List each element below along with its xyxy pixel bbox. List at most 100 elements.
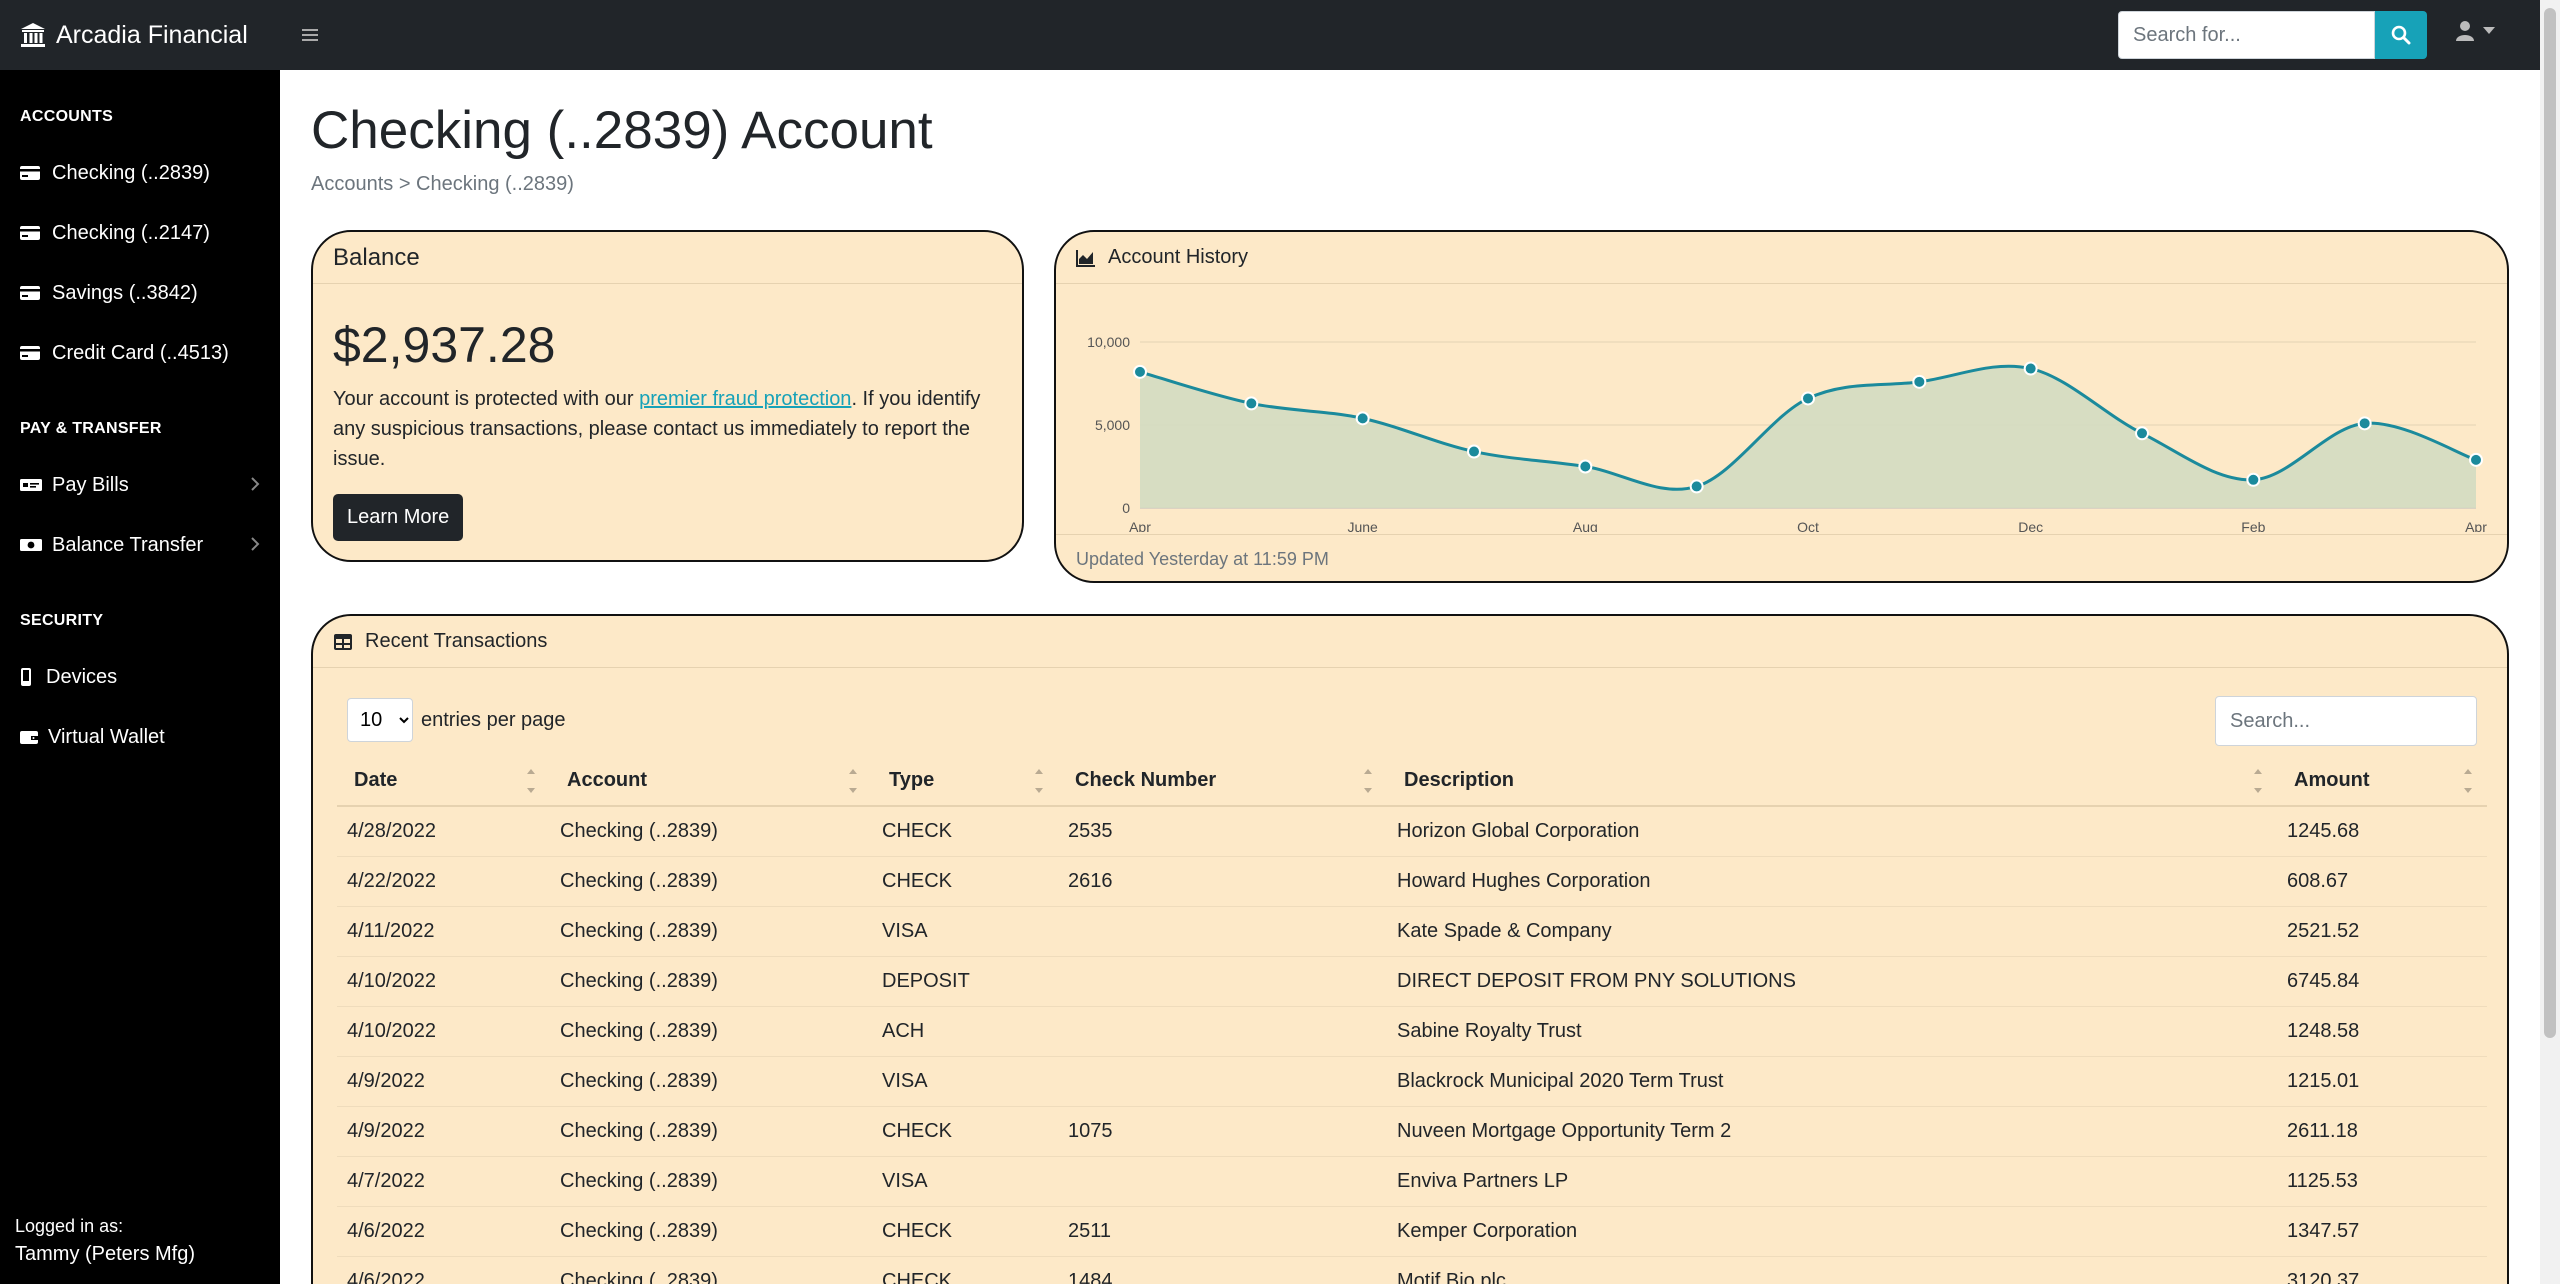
table-cell: 2611.18 <box>2277 1106 2487 1157</box>
balance-card: Balance $2,937.28 Your account is protec… <box>311 230 1024 562</box>
column-header[interactable]: Description <box>1387 756 2277 807</box>
table-cell: Enviva Partners LP <box>1387 1156 2277 1207</box>
sidebar-item-savings-3842[interactable]: Savings (..3842) <box>0 268 280 318</box>
table-row[interactable]: 4/6/2022 Checking (..2839) CHECK 2511 Kemper… <box>337 1206 2487 1257</box>
table-row[interactable]: 4/9/2022 Checking (..2839) VISA Blackrock M… <box>337 1056 2487 1107</box>
table-cell: 608.67 <box>2277 856 2487 907</box>
table-cell: 4/7/2022 <box>337 1156 550 1207</box>
recent-transactions-card: Recent Transactions 10 entries per page … <box>311 614 2509 1284</box>
top-search-input[interactable] <box>2118 11 2375 59</box>
chart-x-tick-label: Dec <box>2018 519 2043 532</box>
table-row[interactable]: 4/10/2022 Checking (..2839) DEPOSIT DIRECT … <box>337 956 2487 1007</box>
sidebar-item-label: Checking (..2147) <box>52 221 210 244</box>
money-check-icon <box>20 477 42 493</box>
table-cell: 4/9/2022 <box>337 1056 550 1107</box>
chart-data-point <box>1133 364 1147 379</box>
column-header[interactable]: Amount <box>2277 756 2487 807</box>
balance-text-before: Your account is protected with our <box>333 388 640 410</box>
chart-y-tick-label: 5,000 <box>1095 417 1130 433</box>
table-row[interactable]: 4/6/2022 Checking (..2839) CHECK 1484 Motif … <box>337 1256 2487 1284</box>
sidebar: ACCOUNTS Checking (..2839) Checking (..2… <box>0 70 280 1284</box>
table-cell <box>1058 1156 1387 1207</box>
logged-in-user: Tammy (Peters Mfg) <box>15 1243 196 1265</box>
table-cell: Motif Bio plc <box>1387 1256 2277 1284</box>
sidebar-item-virtual-wallet[interactable]: Virtual Wallet <box>0 712 280 762</box>
table-cell: 1484 <box>1058 1256 1387 1284</box>
chart-data-point <box>1689 479 1704 494</box>
column-header[interactable]: Type <box>872 756 1058 807</box>
entries-label: entries per page <box>421 708 566 731</box>
sort-icon <box>1364 769 1372 793</box>
column-header[interactable]: Check Number <box>1058 756 1387 807</box>
table-row[interactable]: 4/28/2022 Checking (..2839) CHECK 2535 Horiz… <box>337 806 2487 857</box>
account-history-card: Account History 0 5,000 10,000 Apr June Aug Oc… <box>1054 230 2509 583</box>
table-cell: 2535 <box>1058 806 1387 857</box>
breadcrumb: Accounts > Checking (..2839) <box>311 173 574 195</box>
caret-down-icon <box>2483 27 2495 34</box>
user-menu[interactable] <box>2455 20 2495 42</box>
table-cell: Checking (..2839) <box>550 1256 872 1284</box>
account-history-title: Account History <box>1108 246 1249 268</box>
fraud-protection-link[interactable]: premier fraud protection <box>639 388 851 410</box>
learn-more-button[interactable]: Learn More <box>333 494 464 541</box>
transactions-search-input[interactable] <box>2215 696 2477 746</box>
column-header[interactable]: Date <box>337 756 550 807</box>
table-cell: 1245.68 <box>2277 806 2487 857</box>
sidebar-item-checking-2839[interactable]: Checking (..2839) <box>0 148 280 198</box>
table-cell: ACH <box>872 1006 1058 1057</box>
chart-y-tick-label: 0 <box>1122 500 1130 516</box>
column-header-label: Type <box>889 769 935 791</box>
table-cell: Checking (..2839) <box>550 1156 872 1207</box>
column-header-label: Date <box>354 769 398 791</box>
mobile-phone-icon <box>20 668 36 686</box>
table-cell <box>1058 1056 1387 1107</box>
table-cell: CHECK <box>872 856 1058 907</box>
table-cell: 1125.53 <box>2277 1156 2487 1207</box>
table-cell: 4/10/2022 <box>337 956 550 1007</box>
table-cell: Checking (..2839) <box>550 956 872 1007</box>
sidebar-item-pay-bills[interactable]: Pay Bills <box>0 460 280 510</box>
sidebar-item-label: Virtual Wallet <box>48 725 165 748</box>
table-row[interactable]: 4/7/2022 Checking (..2839) VISA Enviva Part… <box>337 1156 2487 1207</box>
balance-card-header: Balance <box>313 232 1022 284</box>
chevron-right-icon <box>251 477 260 491</box>
balance-amount: $2,937.28 <box>333 317 556 373</box>
chart-data-point <box>1244 396 1259 411</box>
chart-x-tick-label: Oct <box>1797 519 1819 532</box>
brand[interactable]: Arcadia Financial <box>0 21 280 50</box>
table-cell: 4/28/2022 <box>337 806 550 857</box>
sidebar-item-balance-transfer[interactable]: Balance Transfer <box>0 520 280 570</box>
menu-toggle-button[interactable] <box>290 15 330 55</box>
entries-control: 10 entries per page <box>347 698 566 742</box>
sidebar-item-credit-card-4513[interactable]: Credit Card (..4513) <box>0 328 280 378</box>
chart-data-point <box>2357 416 2372 431</box>
table-cell: Checking (..2839) <box>550 856 872 907</box>
account-history-footer: Updated Yesterday at 11:59 PM <box>1056 534 2507 581</box>
page-scrollbar[interactable] <box>2540 0 2560 1284</box>
table-cell <box>1058 1006 1387 1057</box>
chart-data-point <box>1801 391 1815 406</box>
table-cell: DEPOSIT <box>872 956 1058 1007</box>
column-header[interactable]: Account <box>550 756 872 807</box>
table-cell: Horizon Global Corporation <box>1387 806 2277 857</box>
table-cell: Kemper Corporation <box>1387 1206 2277 1257</box>
transactions-table: Date Account Type Check Number Description Am… <box>337 756 2487 1284</box>
table-cell: VISA <box>872 906 1058 957</box>
top-search-button[interactable] <box>2375 11 2427 59</box>
table-row[interactable]: 4/10/2022 Checking (..2839) ACH Sabine Roya… <box>337 1006 2487 1057</box>
table-row[interactable]: 4/22/2022 Checking (..2839) CHECK 2616 Howar… <box>337 856 2487 907</box>
scrollbar-thumb[interactable] <box>2544 8 2556 1038</box>
page-size-select[interactable]: 10 <box>347 698 413 742</box>
sidebar-item-checking-2147[interactable]: Checking (..2147) <box>0 208 280 258</box>
column-header-label: Description <box>1404 769 1515 791</box>
table-cell: 2521.52 <box>2277 906 2487 957</box>
sidebar-item-label: Devices <box>46 665 118 688</box>
table-row[interactable]: 4/11/2022 Checking (..2839) VISA Kate Spade… <box>337 906 2487 957</box>
table-row[interactable]: 4/9/2022 Checking (..2839) CHECK 1075 Nuveen… <box>337 1106 2487 1157</box>
sidebar-item-label: Pay Bills <box>52 473 129 496</box>
credit-card-icon <box>20 285 42 301</box>
sort-icon <box>527 769 535 793</box>
money-bill-icon <box>20 537 42 553</box>
sidebar-item-devices[interactable]: Devices <box>0 652 280 702</box>
sidebar-item-label: Balance Transfer <box>52 533 204 556</box>
